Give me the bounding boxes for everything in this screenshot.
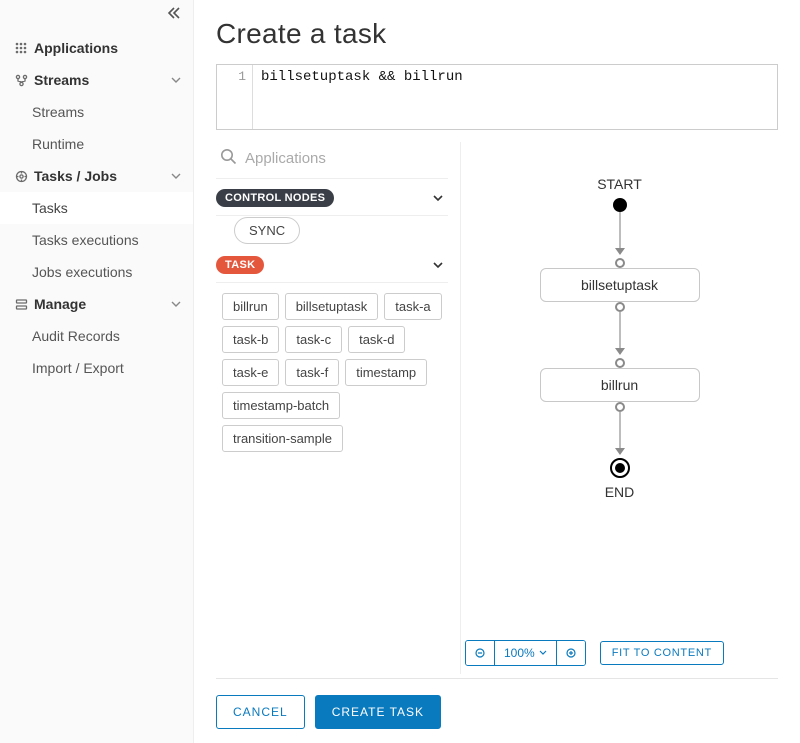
arrow-icon [615,448,625,455]
nav-label: Applications [34,40,118,56]
flow-port[interactable] [615,302,625,312]
zoom-level-button[interactable]: 100% [495,641,557,665]
node-timestamp[interactable]: timestamp [345,359,427,386]
cancel-button[interactable]: CANCEL [216,695,305,729]
flow-edge [619,212,621,250]
page-title: Create a task [216,18,778,50]
group-task[interactable]: TASK [216,246,448,283]
chevron-down-icon [432,259,444,271]
nav-streams-runtime[interactable]: Runtime [0,128,193,160]
dsl-editor[interactable]: 1 billsetuptask && billrun [216,64,778,130]
palette: CONTROL NODES SYNC TASK billrunbillsetup… [216,142,460,674]
nav-streams-streams[interactable]: Streams [0,96,193,128]
node-billrun[interactable]: billrun [222,293,279,320]
nav-label: Streams [32,104,84,120]
search-icon [220,148,237,168]
nav-label: Tasks [32,200,68,216]
nav-label: Tasks executions [32,232,139,248]
nav-jobs-executions[interactable]: Jobs executions [0,256,193,288]
editor-code[interactable]: billsetuptask && billrun [253,65,777,129]
main: Create a task 1 billsetuptask && billrun… [194,0,800,743]
nav-label: Import / Export [32,360,124,376]
node-task-b[interactable]: task-b [222,326,279,353]
nav-applications[interactable]: Applications [0,32,193,64]
nav-label: Manage [34,296,86,312]
node-timestamp-batch[interactable]: timestamp-batch [222,392,340,419]
group-control-nodes[interactable]: CONTROL NODES [216,179,448,216]
zoom-level: 100% [504,646,535,660]
flow-end-node[interactable] [610,458,630,478]
chevron-down-icon [539,649,547,657]
nav-audit-records[interactable]: Audit Records [0,320,193,352]
plus-icon [566,648,576,658]
nav-label: Streams [34,72,89,88]
node-task-c[interactable]: task-c [285,326,342,353]
flow-port[interactable] [615,402,625,412]
footer-actions: CANCEL CREATE TASK [216,691,778,729]
flow-port[interactable] [615,258,625,268]
palette-search-input[interactable] [245,150,444,167]
flow-node-billsetuptask[interactable]: billsetuptask [540,268,700,302]
nav-manage[interactable]: Manage [0,288,193,320]
zoom-in-button[interactable] [557,641,585,665]
flow-canvas[interactable]: START billsetuptask billrun END [461,142,778,632]
nav-import-export[interactable]: Import / Export [0,352,193,384]
task-pill: TASK [216,256,264,274]
chevron-down-icon [171,75,181,85]
collapse-sidebar-icon[interactable] [165,6,183,22]
node-task-d[interactable]: task-d [348,326,405,353]
editor-gutter: 1 [217,65,253,129]
flow-node-label: billsetuptask [581,277,658,293]
node-sync[interactable]: SYNC [234,217,300,244]
chevron-down-icon [432,192,444,204]
flow-node-billrun[interactable]: billrun [540,368,700,402]
grid-icon [12,42,30,54]
nav-tasks-executions[interactable]: Tasks executions [0,224,193,256]
flow-node-label: billrun [601,377,638,393]
node-task-f[interactable]: task-f [285,359,339,386]
nav-streams[interactable]: Streams [0,64,193,96]
sidebar: Applications Streams Streams Runtime Tas… [0,0,194,743]
fit-to-content-button[interactable]: FIT TO CONTENT [600,641,724,665]
flow-port[interactable] [615,358,625,368]
node-transition-sample[interactable]: transition-sample [222,425,343,452]
node-task-a[interactable]: task-a [384,293,441,320]
nav-label: Tasks / Jobs [34,168,117,184]
divider [216,678,778,679]
manage-icon [12,298,30,311]
node-billsetuptask[interactable]: billsetuptask [285,293,379,320]
arrow-icon [615,348,625,355]
nav-label: Runtime [32,136,84,152]
nav-label: Audit Records [32,328,120,344]
chevron-down-icon [171,299,181,309]
zoom-control: 100% [465,640,586,666]
nav-label: Jobs executions [32,264,132,280]
chevron-down-icon [171,171,181,181]
nav-tasks-jobs[interactable]: Tasks / Jobs [0,160,193,192]
zoom-out-button[interactable] [466,641,495,665]
sidebar-top [0,0,193,32]
canvas-toolbar: 100% FIT TO CONTENT [461,632,778,674]
line-number: 1 [238,69,246,84]
minus-icon [475,648,485,658]
flow-edge [619,312,621,350]
flow-end-label: END [605,484,635,500]
flow-edge [619,412,621,450]
task-node-grid: billrunbillsetuptasktask-atask-btask-cta… [216,283,448,456]
arrow-icon [615,248,625,255]
node-task-e[interactable]: task-e [222,359,279,386]
nav-tasks[interactable]: Tasks [0,192,193,224]
canvas-wrap: START billsetuptask billrun END [460,142,778,674]
streams-icon [12,74,30,87]
flow-start-label: START [597,176,642,192]
builder: CONTROL NODES SYNC TASK billrunbillsetup… [216,142,778,674]
end-inner [615,463,625,473]
control-nodes-pill: CONTROL NODES [216,189,334,207]
palette-search [216,142,448,179]
create-task-button[interactable]: CREATE TASK [315,695,441,729]
flow-start-node[interactable] [613,198,627,212]
tasks-icon [12,170,30,183]
